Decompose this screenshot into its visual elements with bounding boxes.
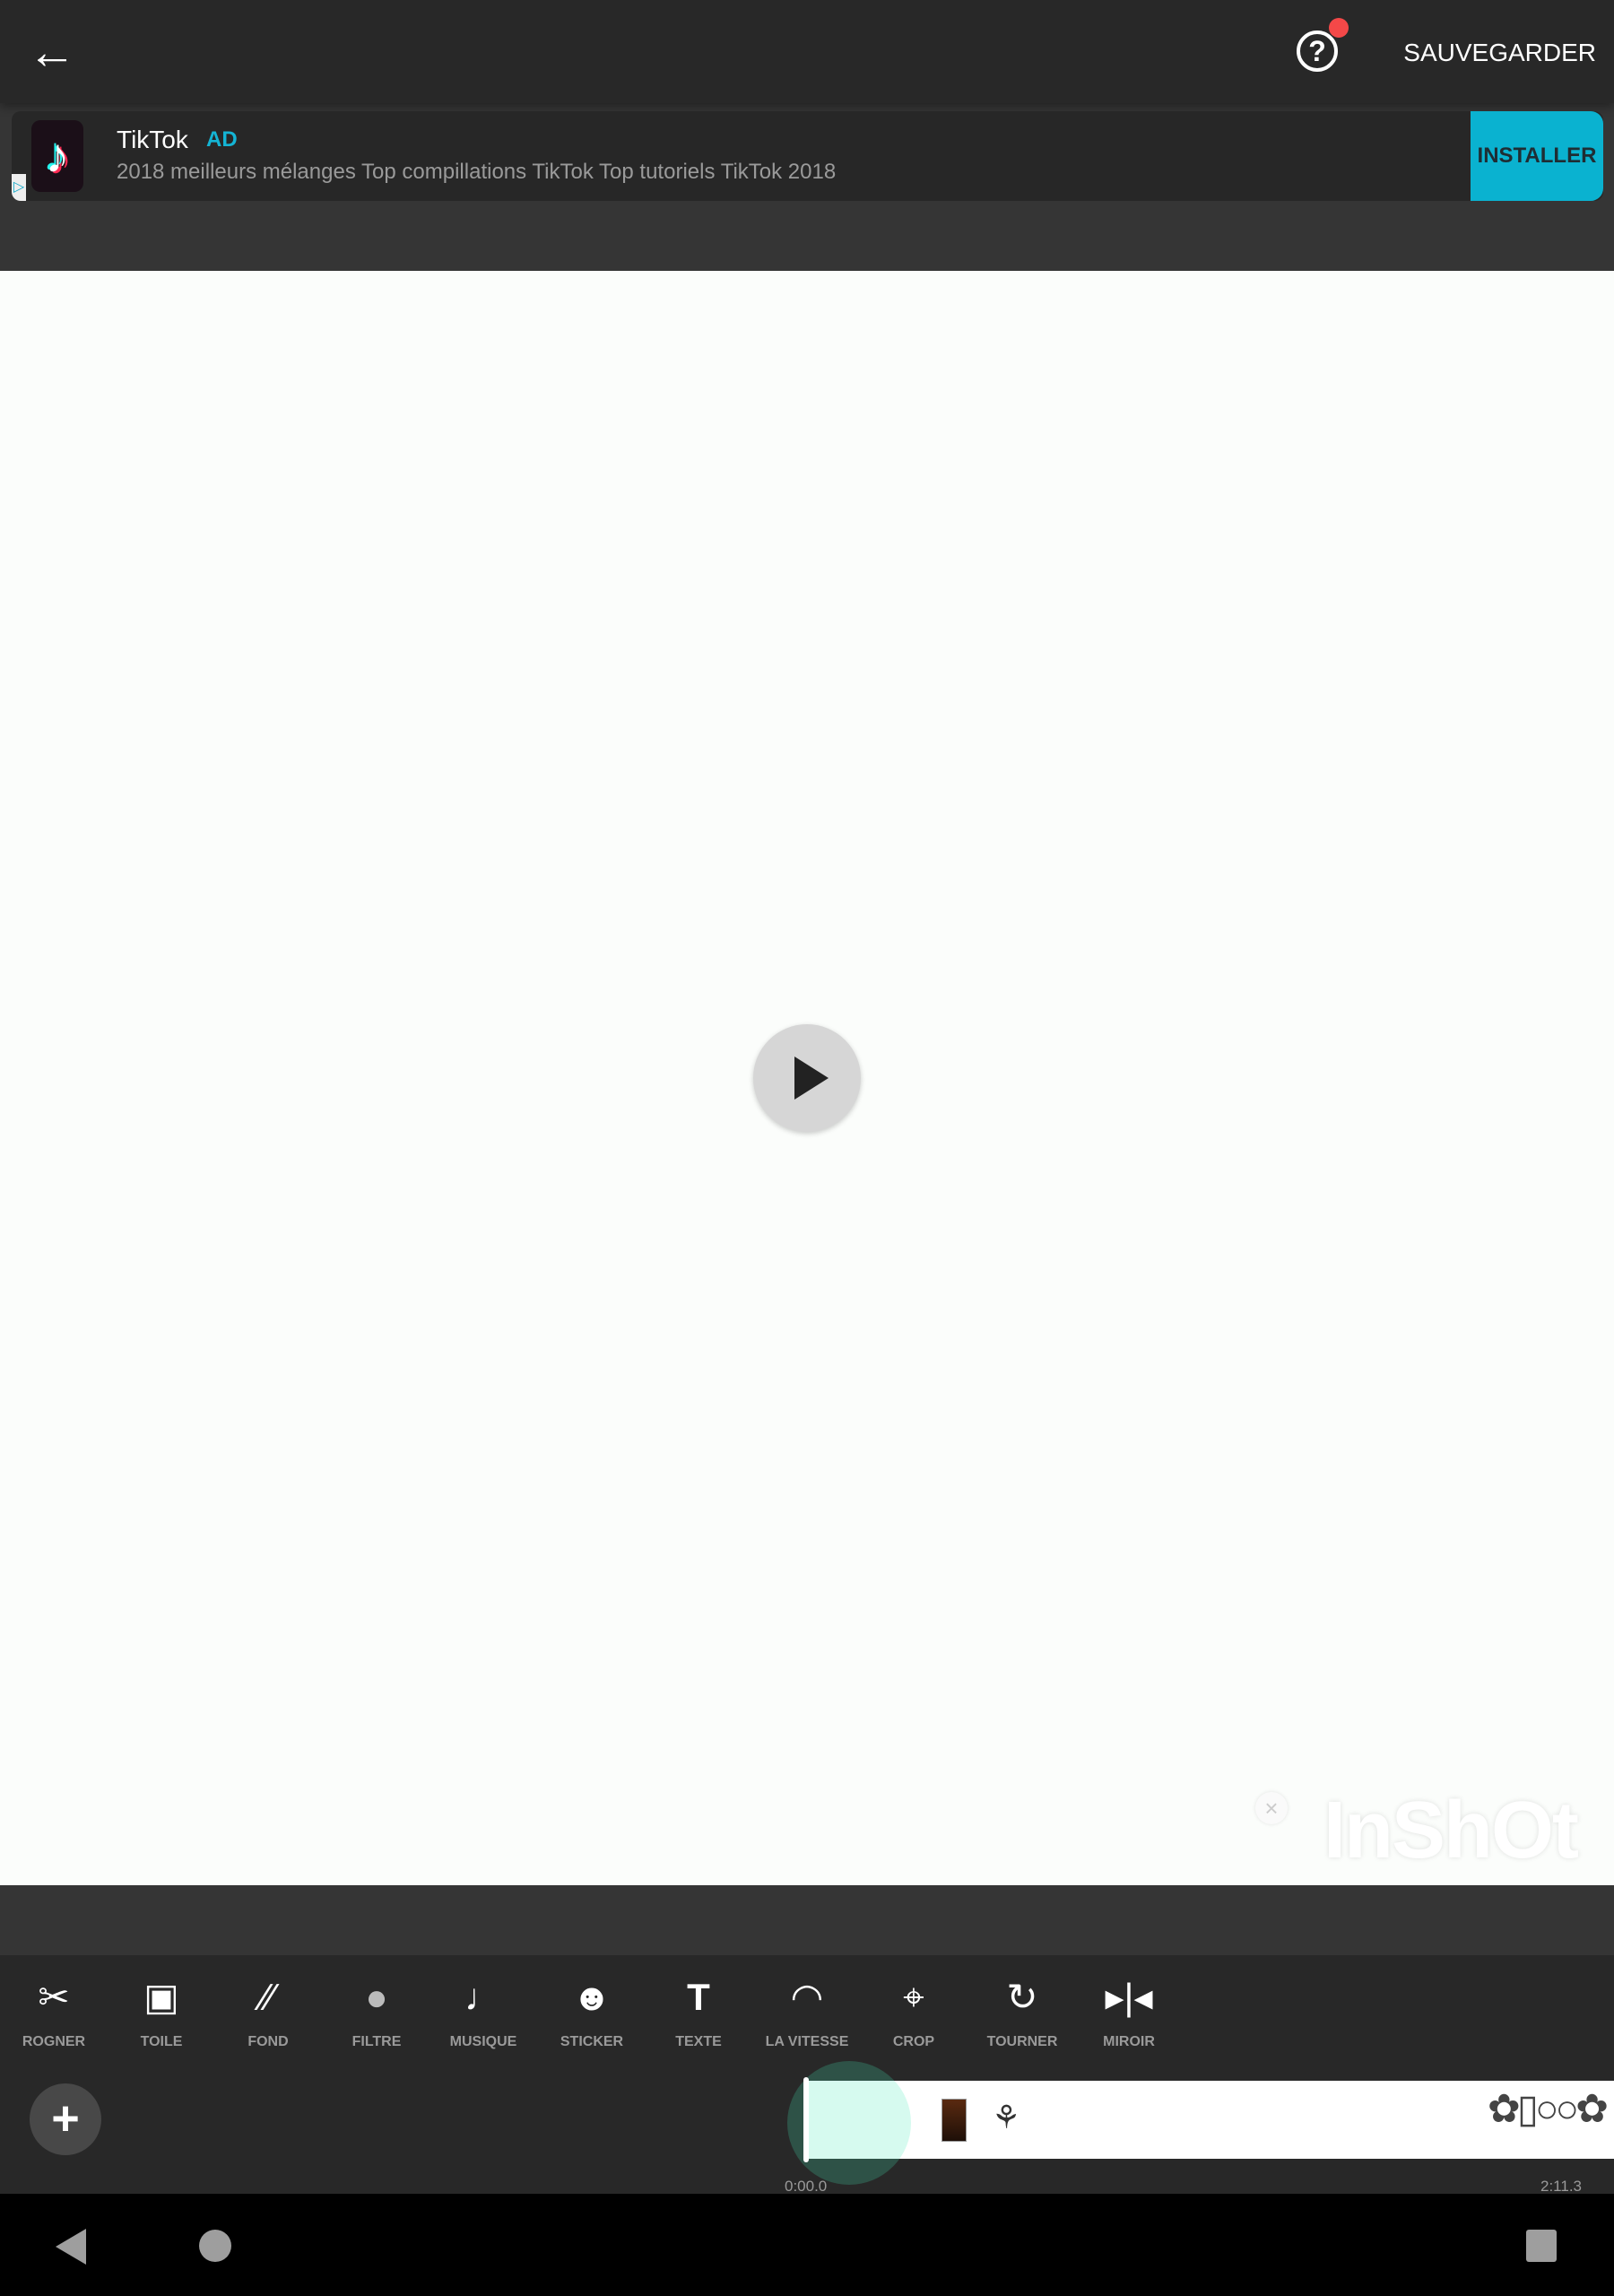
tool-label: TOILE xyxy=(140,2034,183,2049)
tool-musique[interactable]: ♩ MUSIQUE xyxy=(434,1973,533,2063)
start-time: 0:00.0 xyxy=(785,2178,828,2195)
speedometer-icon: ◠ xyxy=(790,1976,824,2018)
inshot-watermark[interactable]: InShOt xyxy=(1323,1785,1579,1877)
tool-label: MIROIR xyxy=(1103,2034,1155,2049)
end-time: 2:11.3 xyxy=(1540,2178,1583,2195)
tiktok-logo-icon: ♪ xyxy=(31,120,83,192)
timeline-clip[interactable]: ⚘ ✿▯○○✿ xyxy=(805,2081,1614,2159)
ad-badge: AD xyxy=(206,127,238,152)
install-button[interactable]: INSTALLER xyxy=(1471,111,1603,201)
tool-tourner[interactable]: ↻ TOURNER xyxy=(973,1973,1072,2063)
tool-label: LA VITESSE xyxy=(765,2034,849,2049)
tool-label: CROP xyxy=(892,2034,935,2049)
canvas-icon: ▣ xyxy=(143,1976,179,2018)
tool-rogner[interactable]: ✂ ROGNER xyxy=(4,1973,103,2063)
scissors-icon: ✂ xyxy=(38,1976,70,2018)
system-nav-bar xyxy=(0,2194,1614,2296)
play-icon[interactable] xyxy=(753,1024,861,1132)
tool-label: STICKER xyxy=(560,2034,624,2049)
background-icon: ∕∕ xyxy=(261,1976,275,2018)
nav-recents-icon[interactable] xyxy=(1526,2230,1557,2262)
tool-label: MUSIQUE xyxy=(449,2034,517,2049)
arrow-left-icon[interactable]: ← xyxy=(27,27,77,77)
tool-fond[interactable]: ∕∕ FOND xyxy=(219,1973,317,2063)
clip-thumbnail: ✿▯○○✿ xyxy=(1487,2087,1609,2131)
ad-banner[interactable]: ♪ ▷ TikTok AD 2018 meilleurs mélanges To… xyxy=(12,111,1603,201)
rotate-icon: ↻ xyxy=(1006,1976,1038,2018)
nav-back-icon[interactable] xyxy=(56,2229,86,2265)
tool-label: ROGNER xyxy=(22,2034,86,2049)
ad-title: TikTok xyxy=(117,126,188,153)
close-icon[interactable]: × xyxy=(1255,1792,1288,1824)
filter-icon: ● xyxy=(365,1976,388,2018)
tool-crop[interactable]: ⌖ CROP xyxy=(864,1973,963,2063)
adchoices-icon[interactable]: ▷ xyxy=(12,174,26,201)
tool-toile[interactable]: ▣ TOILE xyxy=(112,1973,211,2063)
tool-sticker[interactable]: ☻ STICKER xyxy=(542,1973,641,2063)
tool-label: FILTRE xyxy=(351,2034,402,2049)
edit-toolbar: ✂ ROGNER ▣ TOILE ∕∕ FOND ● FILTRE ♩ MUSIQUE ☻… xyxy=(0,1955,1614,2195)
question-circle-icon[interactable]: ? xyxy=(1297,30,1338,72)
clip-thumbnail: ⚘ xyxy=(992,2099,1021,2135)
ad-description: 2018 meilleurs mélanges Top compillation… xyxy=(117,160,837,184)
tool-vitesse[interactable]: ◠ LA VITESSE xyxy=(758,1973,856,2063)
tool-label: TOURNER xyxy=(986,2034,1058,2049)
crop-icon: ⌖ xyxy=(903,1976,924,2018)
playhead[interactable] xyxy=(803,2077,809,2162)
save-button[interactable]: SAUVEGARDER xyxy=(1363,32,1596,74)
clip-thumbnail xyxy=(941,2099,967,2142)
notification-dot xyxy=(1329,18,1349,38)
mirror-icon: ▸|◂ xyxy=(1105,1976,1153,2018)
music-note-icon: ♩ xyxy=(464,1976,502,2018)
top-bar: ← ? SAUVEGARDER xyxy=(0,0,1614,103)
smiley-icon: ☻ xyxy=(571,1976,612,2018)
tool-miroir[interactable]: ▸|◂ MIROIR xyxy=(1080,1973,1178,2063)
text-icon: T xyxy=(687,1976,710,2018)
tool-texte[interactable]: T TEXTE xyxy=(649,1973,748,2063)
tool-filtre[interactable]: ● FILTRE xyxy=(327,1973,426,2063)
add-clip-button[interactable]: + xyxy=(30,2083,101,2155)
tool-label: TEXTE xyxy=(675,2034,722,2049)
tool-label: FOND xyxy=(247,2034,289,2049)
nav-home-icon[interactable] xyxy=(199,2230,231,2262)
